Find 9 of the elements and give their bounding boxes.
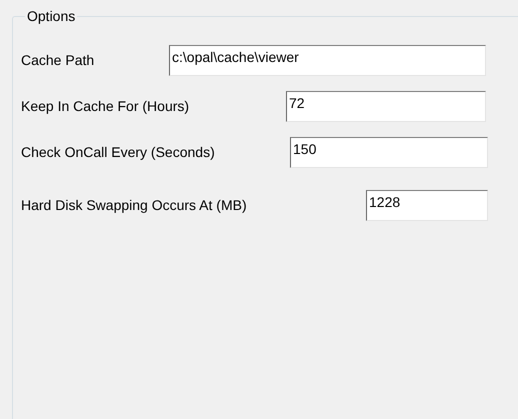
text-field[interactable]: 1228 [366,190,488,220]
group-title: Options [25,8,78,24]
text-field[interactable]: c:\opal\cache\viewer [169,44,486,76]
text-field[interactable]: 150 [290,136,488,168]
field-label: Keep In Cache For (Hours) [21,96,190,116]
field-label: Cache Path [21,50,96,70]
text-field[interactable]: 72 [286,90,486,122]
field-label: Check OnCall Every (Seconds) [21,142,216,162]
field-label: Hard Disk Swapping Occurs At (MB) [21,196,248,215]
